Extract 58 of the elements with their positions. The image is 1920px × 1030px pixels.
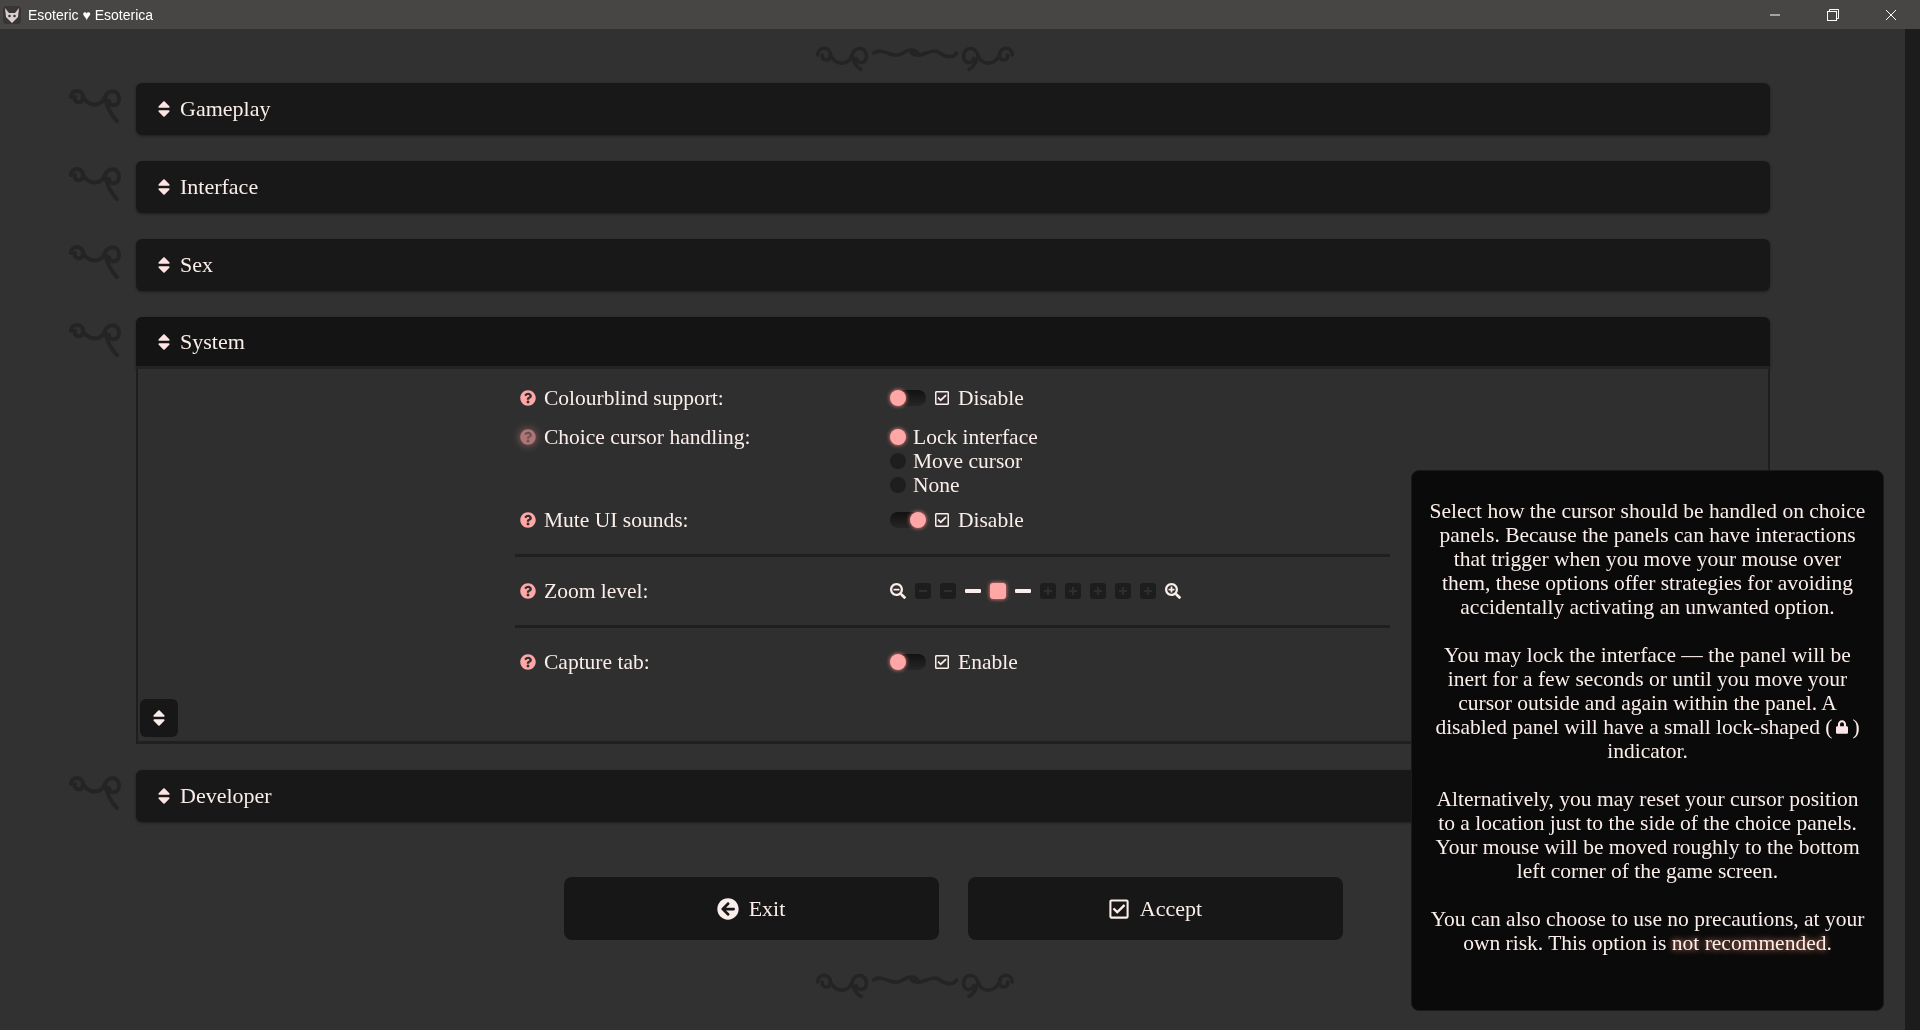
toggle-switch[interactable]: [890, 654, 926, 670]
radio-option[interactable]: None: [890, 473, 1768, 497]
checkbox-label: Disable: [958, 385, 1024, 411]
help-icon[interactable]: [520, 429, 536, 445]
tooltip-text: Select how the cursor should be handled on choice panels. Because the panels can have interactions that trigger when you move your mouse over them, these options offer strategies for avoiding accidentally activating an unwanted option.: [1428, 499, 1867, 619]
option-checkbox[interactable]: Disable: [934, 507, 1024, 533]
sort-arrows-icon: [156, 786, 172, 806]
checkbox-label: Disable: [958, 507, 1024, 533]
restore-icon: [1827, 8, 1839, 21]
sort-arrows-icon: [156, 255, 172, 275]
window-title: Esoteric ♥ Esoterica: [28, 6, 155, 23]
tooltip-text: You can also choose to use no precautions, at your own risk. This option is not recommended.: [1429, 907, 1866, 955]
option-checkbox[interactable]: Disable: [934, 385, 1024, 411]
scrollbar[interactable]: [1905, 29, 1920, 1030]
zoom-step[interactable]: [1015, 589, 1031, 593]
checkbox-icon: [934, 390, 950, 406]
radio-label: Move cursor: [913, 448, 1023, 474]
section-header[interactable]: System: [136, 317, 1770, 369]
app-icon: [2, 4, 22, 25]
zoom-step-current[interactable]: [990, 583, 1006, 599]
accept-button[interactable]: Accept: [967, 877, 1343, 940]
section-header[interactable]: Sex: [136, 239, 1770, 291]
tooltip-text: disabled panel will have a small lock-shaped (: [1435, 715, 1833, 739]
zoom-step[interactable]: [965, 589, 981, 593]
section-header[interactable]: Gameplay: [136, 83, 1770, 135]
help-icon[interactable]: [520, 583, 536, 599]
radio-option[interactable]: Lock interface: [890, 425, 1768, 449]
checkbox-icon: [1107, 897, 1130, 920]
help-icon[interactable]: [520, 654, 536, 670]
zoom-out-icon[interactable]: [890, 583, 906, 599]
help-icon[interactable]: [520, 390, 536, 406]
sort-arrows-icon: [151, 708, 167, 728]
sort-arrows-icon: [156, 99, 172, 119]
toggle-switch[interactable]: [890, 512, 926, 528]
tooltip-text: ): [1852, 715, 1860, 739]
checkbox-icon: [934, 654, 950, 670]
help-icon[interactable]: [520, 512, 536, 528]
option-checkbox[interactable]: Enable: [934, 649, 1018, 675]
setting-label: Zoom level:: [544, 578, 649, 604]
checkbox-label: Enable: [958, 649, 1018, 675]
checkbox-icon: [934, 512, 950, 528]
radio-label: None: [913, 472, 960, 498]
toggle-switch[interactable]: [890, 390, 926, 406]
sort-arrows-icon: [156, 177, 172, 197]
sort-arrows-icon: [156, 331, 172, 352]
lock-icon: [1836, 720, 1849, 734]
radio-label: Lock interface: [913, 424, 1038, 450]
radio-option[interactable]: Move cursor: [890, 449, 1768, 473]
zoom-in-icon[interactable]: [1165, 583, 1181, 599]
section-header[interactable]: Interface: [136, 161, 1770, 213]
setting-label: Mute UI sounds:: [544, 507, 689, 533]
collapse-button[interactable]: [140, 699, 178, 737]
setting-label: Colourblind support:: [544, 385, 724, 411]
close-icon: [1885, 8, 1897, 21]
setting-label: Capture tab:: [544, 649, 650, 675]
setting-label: Choice cursor handling:: [544, 424, 751, 450]
exit-button[interactable]: Exit: [563, 877, 939, 940]
tooltip-text: indicator.: [1607, 739, 1688, 763]
